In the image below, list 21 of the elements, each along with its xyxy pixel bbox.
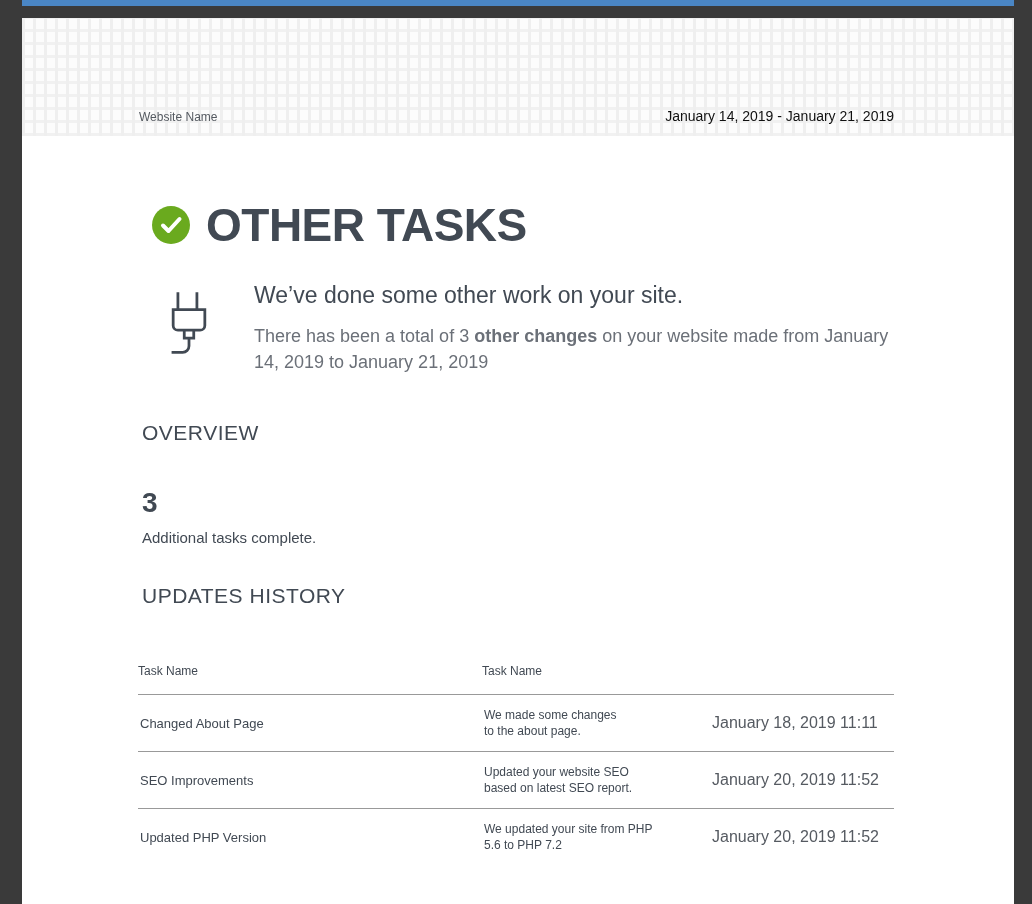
task-details-cell-text: We made some changes to the about page.: [484, 707, 618, 739]
task-name-cell-text: Changed About Page: [140, 715, 265, 731]
section-title: OTHER TASKS: [206, 198, 527, 252]
count-caption: Additional tasks complete.: [142, 529, 318, 546]
task-date-cell-text: January 20, 2019 11:52: [712, 828, 880, 846]
task-count: 3: [142, 487, 159, 519]
task-details-cell-text: We updated your site from PHP 5.6 to PHP 7.2: [484, 821, 654, 853]
task-name-cell-text: SEO Improvements: [140, 772, 255, 788]
site-name: Website Name: [139, 110, 218, 124]
headline: We’ve done some other work on your site.: [254, 282, 685, 309]
task-date-cell-text: January 18, 2019 11:11: [712, 714, 879, 732]
date-range: January 14, 2019 - January 21, 2019: [665, 108, 894, 124]
overview-heading: OVERVIEW: [142, 421, 260, 445]
task-name-cell-text: Updated PHP Version: [140, 829, 268, 845]
description: There has been a total of 3 other changes on your website made from January 14, 2019 to January 21, 2019: [254, 325, 890, 374]
task-date-cell-text: January 20, 2019 11:52: [712, 771, 880, 789]
column-header: Task Name: [482, 664, 544, 678]
column-header: Task Name: [138, 664, 200, 678]
check-circle-icon: [152, 206, 190, 244]
task-details-cell-text: Updated your website SEO based on latest SEO report.: [484, 764, 634, 796]
history-heading: UPDATES HISTORY: [142, 584, 347, 608]
